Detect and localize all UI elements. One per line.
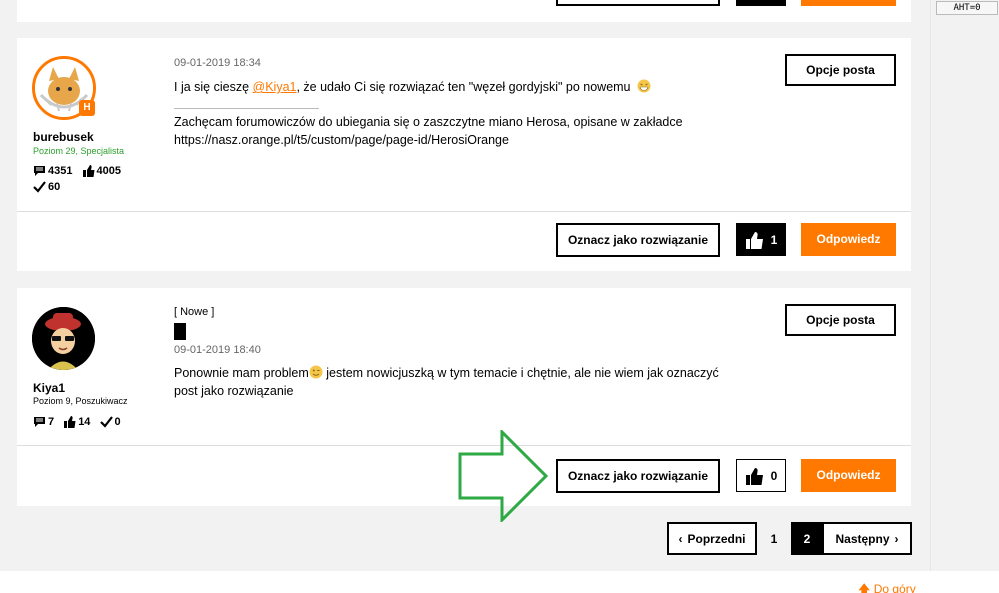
previous-page-button[interactable]: ‹ Poprzedni bbox=[667, 522, 757, 555]
next-page-button[interactable]: Następny › bbox=[822, 522, 912, 555]
message-icon bbox=[34, 417, 45, 427]
messages-stat: 7 bbox=[33, 416, 54, 428]
kudos-count: 4005 bbox=[96, 165, 122, 177]
post-text: , że udało Ci się rozwiązać ten "węzeł g… bbox=[296, 80, 631, 94]
page-footer bbox=[0, 571, 999, 593]
author-rank: Poziom 29, Specjalista bbox=[33, 146, 125, 156]
wink-emoji-icon bbox=[309, 365, 323, 379]
reply-button[interactable]: Odpowiedz bbox=[801, 223, 896, 256]
author-stats: 7 14 0 bbox=[33, 416, 127, 431]
thumbs-up-icon bbox=[82, 165, 95, 177]
previous-kudos-button[interactable] bbox=[736, 0, 786, 6]
post-text-line2: post jako rozwiązanie bbox=[174, 384, 294, 398]
messages-count: 4351 bbox=[48, 165, 73, 177]
post-text: I ja się cieszę bbox=[174, 80, 253, 94]
signature-divider bbox=[174, 108, 319, 109]
post-body: I ja się cieszę @Kiya1, że udało Ci się … bbox=[174, 78, 651, 96]
post-options-button[interactable]: Opcje posta bbox=[785, 304, 896, 336]
mark-solution-button[interactable]: Oznacz jako rozwiązanie bbox=[556, 459, 720, 493]
previous-reply-button[interactable] bbox=[801, 0, 896, 6]
kudos-button[interactable]: 0 bbox=[736, 459, 786, 492]
kudos-count: 14 bbox=[78, 416, 91, 428]
messages-stat: 4351 bbox=[33, 165, 72, 177]
reply-button[interactable]: Odpowiedz bbox=[801, 459, 896, 492]
kudos-count: 0 bbox=[770, 468, 778, 483]
kudos-button[interactable]: 1 bbox=[736, 223, 786, 256]
solutions-stat: 0 bbox=[99, 416, 121, 428]
post-author[interactable]: burebusek bbox=[33, 130, 94, 144]
arrow-up-icon: 🡅 bbox=[858, 582, 871, 593]
next-page-label: Następny bbox=[835, 531, 890, 546]
thumbs-up-icon bbox=[745, 467, 763, 485]
post-body: Ponownie mam problem jestem nowicjuszką … bbox=[174, 364, 719, 382]
mark-solution-button[interactable]: Oznacz jako rozwiązanie bbox=[556, 223, 720, 257]
checkmark-icon bbox=[99, 416, 113, 428]
kudos-stat: 4005 bbox=[82, 165, 121, 177]
current-page[interactable]: 2 bbox=[791, 522, 823, 555]
author-solutions: 60 bbox=[33, 181, 66, 196]
aht-indicator: AHT=0 bbox=[936, 1, 998, 15]
previous-post-card bbox=[17, 0, 911, 22]
solutions-count: 0 bbox=[114, 416, 121, 428]
right-gutter bbox=[930, 0, 999, 593]
kudos-stat: 14 bbox=[63, 416, 90, 428]
chevron-left-icon: ‹ bbox=[678, 531, 683, 546]
signature-text: Zachęcam forumowiczów do ubiegania się o… bbox=[174, 115, 683, 129]
previous-mark-solution-button[interactable] bbox=[556, 0, 720, 6]
post-text: jestem nowicjuszką w tym temacie i chętn… bbox=[322, 366, 719, 380]
back-to-top-label: Do góry bbox=[873, 582, 916, 593]
post-text: Ponownie mam problem bbox=[174, 366, 309, 380]
post-author[interactable]: Kiya1 bbox=[33, 381, 65, 395]
post-date: 09-01-2019 18:40 bbox=[174, 344, 261, 356]
post-date: 09-01-2019 18:34 bbox=[174, 57, 261, 69]
chevron-right-icon: › bbox=[894, 531, 899, 546]
post-options-button[interactable]: Opcje posta bbox=[785, 54, 896, 86]
hero-badge: H bbox=[79, 100, 95, 116]
kudos-count: 1 bbox=[770, 232, 778, 247]
post-divider bbox=[17, 211, 911, 212]
grin-emoji-icon bbox=[637, 79, 651, 93]
annotation-arrow-icon bbox=[458, 430, 549, 522]
solutions-count: 60 bbox=[48, 181, 61, 193]
forum-post: H burebusek Poziom 29, Specjalista 4351 … bbox=[17, 38, 911, 271]
solutions-stat: 60 bbox=[33, 181, 60, 193]
new-indicator: [ Nowe ] bbox=[174, 306, 215, 318]
author-stats: 4351 4005 bbox=[33, 165, 127, 180]
author-rank: Poziom 9, Poszukiwacz bbox=[33, 396, 128, 406]
page-1-link[interactable]: 1 bbox=[758, 522, 790, 555]
back-to-top-link[interactable]: 🡅 Do góry bbox=[858, 580, 916, 593]
thumbs-up-icon bbox=[64, 416, 76, 428]
redacted-block bbox=[174, 323, 186, 340]
checkmark-icon bbox=[33, 181, 46, 193]
thumbs-up-icon bbox=[745, 231, 763, 249]
signature-link[interactable]: https://nasz.orange.pl/t5/custom/page/pa… bbox=[174, 131, 509, 149]
messages-count: 7 bbox=[48, 416, 55, 428]
user-mention-link[interactable]: @Kiya1 bbox=[253, 80, 297, 94]
previous-page-label: Poprzedni bbox=[687, 531, 746, 546]
message-icon bbox=[34, 166, 45, 176]
avatar[interactable] bbox=[32, 307, 95, 370]
